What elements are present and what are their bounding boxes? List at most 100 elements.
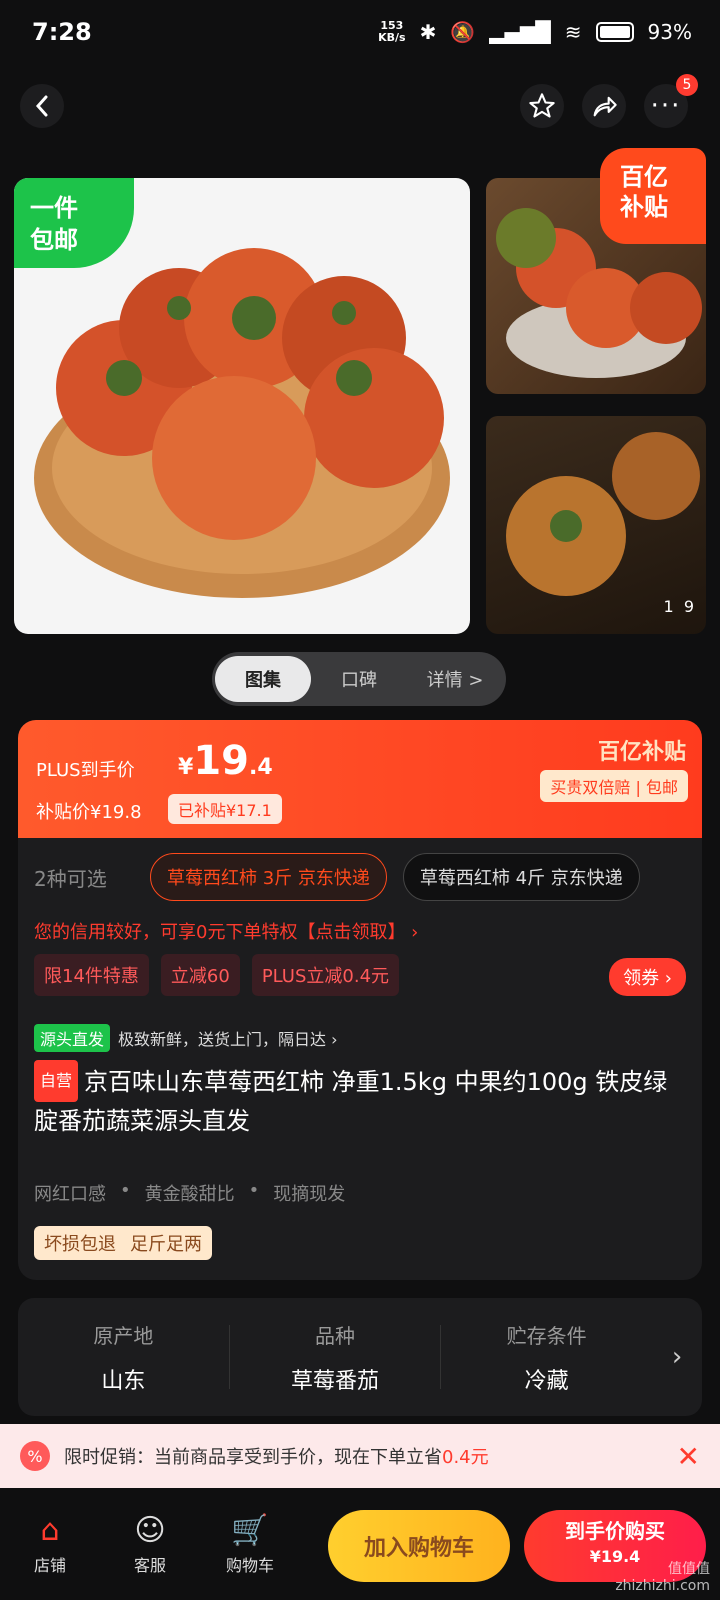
variant-selector: 2种可选 草莓西红柿 3斤 京东快递 草莓西红柿 4斤 京东快递 <box>34 850 694 904</box>
variant-option[interactable]: 草莓西红柿 3斤 京东快递 <box>150 853 387 901</box>
promo-banner-text: 限时促销：当前商品享受到手价，现在下单立省0.4元 <box>64 1443 677 1469</box>
watermark: 值值值 zhizhizhi.com <box>615 1561 710 1594</box>
more-icon: ··· <box>650 91 682 121</box>
free-shipping-tag: 一件 包邮 <box>14 178 134 268</box>
feature-item: 现摘现发 <box>273 1184 346 1205</box>
status-time: 7:28 <box>32 18 92 46</box>
attribute-value: 冷藏 <box>524 1368 569 1394</box>
thumbnail-2[interactable]: 1 9 <box>486 416 706 634</box>
tab-service[interactable]: ☺ 客服 <box>100 1513 200 1576</box>
tab-reviews[interactable]: 口碑 <box>311 656 407 702</box>
attribute-value: 草莓番茄 <box>291 1368 380 1394</box>
promo-banner-amount: 0.4元 <box>442 1447 489 1468</box>
tab-label: 客服 <box>133 1555 166 1575</box>
free-shipping-tag-line1: 一件 <box>30 194 78 222</box>
product-attributes[interactable]: 原产地 山东 品种 草莓番茄 贮存条件 冷藏 › <box>18 1298 702 1416</box>
feature-list: 网红口感 • 黄金酸甜比 • 现摘现发 <box>34 1180 345 1206</box>
promo-tag: PLUS立减0.4元 <box>251 954 400 996</box>
status-bar: 7:28 153 KB/s ✱ 🔕 ▂▄▆█ ≋ 93% <box>0 0 720 70</box>
image-gallery[interactable]: 一件 包邮 1 9 百亿 补贴 <box>14 148 706 638</box>
image-counter: 1 9 <box>663 597 694 616</box>
subsidy-flag: 百亿 补贴 <box>600 148 706 244</box>
tab-label: 购物车 <box>225 1555 274 1575</box>
tab-cart[interactable]: 🛒 购物车 <box>200 1513 300 1576</box>
tab-gallery[interactable]: 图集 <box>215 656 311 702</box>
store-icon: ⌂ <box>40 1512 60 1548</box>
signal-icon: ▂▄▆█ <box>489 20 551 44</box>
price-integer: 19 <box>193 738 249 784</box>
tab-store[interactable]: ⌂ 店铺 <box>0 1513 100 1576</box>
product-title: 自营 京百味山东草莓西红柿 净重1.5kg 中果约100g 铁皮绿腚番茄蔬菜源头直… <box>34 1060 684 1140</box>
promo-tag: 立减60 <box>160 954 240 996</box>
guarantee-item: 坏损包退 <box>44 1234 116 1255</box>
battery-percent: 93% <box>647 20 692 44</box>
source-direct-text: 极致新鲜，送货上门，隔日达 › <box>118 1030 338 1049</box>
feature-item: 黄金酸甜比 <box>144 1184 235 1205</box>
tab-label: 店铺 <box>33 1555 66 1575</box>
feature-item: 网红口感 <box>34 1184 106 1205</box>
source-direct-row[interactable]: 源头直发 极致新鲜，送货上门，隔日达 › <box>34 1024 338 1052</box>
network-speed: 153 KB/s <box>378 19 406 44</box>
main-product-image[interactable]: 一件 包邮 <box>14 178 470 634</box>
attribute-storage: 贮存条件 冷藏 <box>441 1320 652 1395</box>
price-decimal: .4 <box>248 755 273 780</box>
promo-tag: 限14件特惠 <box>34 954 149 996</box>
subsidy-brand[interactable]: 百亿补贴 <box>598 734 686 766</box>
attribute-value: 山东 <box>101 1368 146 1394</box>
guarantee-tag: 坏损包退 足斤足两 <box>34 1226 212 1260</box>
subsidy-price: 补贴价¥19.8 <box>36 802 142 823</box>
buy-now-label: 到手价购买 <box>565 1519 665 1543</box>
share-icon <box>593 96 617 117</box>
bluetooth-icon: ✱ <box>419 20 437 44</box>
product-title-text: 京百味山东草莓西红柿 净重1.5kg 中果约100g 铁皮绿腚番茄蔬菜源头直发 <box>34 1068 668 1135</box>
self-operated-tag: 自营 <box>34 1060 79 1102</box>
cart-icon: 🛒 <box>231 1512 269 1548</box>
attribute-label: 品种 <box>315 1323 355 1348</box>
back-button[interactable] <box>20 84 64 128</box>
product-info-card: PLUS到手价 ¥19.4 补贴价¥19.8 已补贴¥17.1 百亿补贴 买贵双… <box>18 720 702 1280</box>
mute-icon: 🔕 <box>450 20 476 44</box>
variant-count: 2种可选 <box>34 866 107 891</box>
feature-separator: • <box>120 1180 131 1201</box>
wifi-icon: ≋ <box>564 20 582 44</box>
price-currency: ¥ <box>178 755 194 780</box>
attribute-label: 贮存条件 <box>506 1323 587 1348</box>
attribute-origin: 原产地 山东 <box>18 1320 229 1395</box>
price-value: ¥19.4 <box>178 738 273 784</box>
chevron-left-icon <box>35 95 48 117</box>
top-nav: ··· 5 <box>0 74 720 138</box>
media-tabs: 图集 口碑 详情 > <box>212 652 506 706</box>
add-to-cart-button[interactable]: 加入购物车 <box>328 1510 510 1582</box>
subsidy-flag-line2: 补贴 <box>620 193 668 221</box>
feature-separator: • <box>248 1180 260 1201</box>
status-icons: 153 KB/s ✱ 🔕 ▂▄▆█ ≋ 93% <box>378 19 692 45</box>
variant-option[interactable]: 草莓西红柿 4斤 京东快递 <box>402 853 640 901</box>
star-icon <box>529 93 555 118</box>
credit-offer-link[interactable]: 您的信用较好，可享0元下单特权【点击领取】 › <box>34 918 418 944</box>
bottom-action-bar: ⌂ 店铺 ☺ 客服 🛒 购物车 加入购物车 到手价购买 ¥19.4 值值值 zh… <box>0 1488 720 1600</box>
notification-badge: 5 <box>676 74 698 96</box>
favorite-button[interactable] <box>520 84 564 128</box>
subsidy-amount-tag: 已补贴¥17.1 <box>168 794 282 824</box>
promo-banner-prefix: 限时促销：当前商品享受到手价，现在下单立省 <box>64 1447 442 1468</box>
more-button[interactable]: ··· 5 <box>644 74 698 128</box>
guarantee-item: 足斤足两 <box>130 1234 202 1255</box>
tab-details[interactable]: 详情 > <box>407 656 503 702</box>
battery-icon <box>595 22 634 42</box>
plus-price-label: PLUS到手价 <box>36 760 135 781</box>
source-direct-tag: 源头直发 <box>34 1024 111 1052</box>
subsidy-guarantee: 买贵双倍赔 | 包邮 <box>540 770 688 802</box>
promo-row: 限14件特惠 立减60 PLUS立减0.4元 领券 › <box>34 954 686 996</box>
attribute-label: 原产地 <box>93 1323 154 1348</box>
subsidy-flag-line1: 百亿 <box>620 163 668 191</box>
share-button[interactable] <box>582 84 626 128</box>
discount-icon: % <box>20 1441 50 1471</box>
attribute-variety: 品种 草莓番茄 <box>230 1320 441 1395</box>
chevron-right-icon[interactable]: › <box>652 1342 702 1372</box>
promo-banner: % 限时促销：当前商品享受到手价，现在下单立省0.4元 ✕ <box>0 1424 720 1488</box>
get-coupon-button[interactable]: 领券 › <box>609 958 686 996</box>
free-shipping-tag-line2: 包邮 <box>30 226 78 254</box>
close-icon[interactable]: ✕ <box>677 1440 700 1473</box>
price-header: PLUS到手价 ¥19.4 补贴价¥19.8 已补贴¥17.1 百亿补贴 买贵双… <box>18 720 702 838</box>
service-icon: ☺ <box>134 1512 166 1548</box>
